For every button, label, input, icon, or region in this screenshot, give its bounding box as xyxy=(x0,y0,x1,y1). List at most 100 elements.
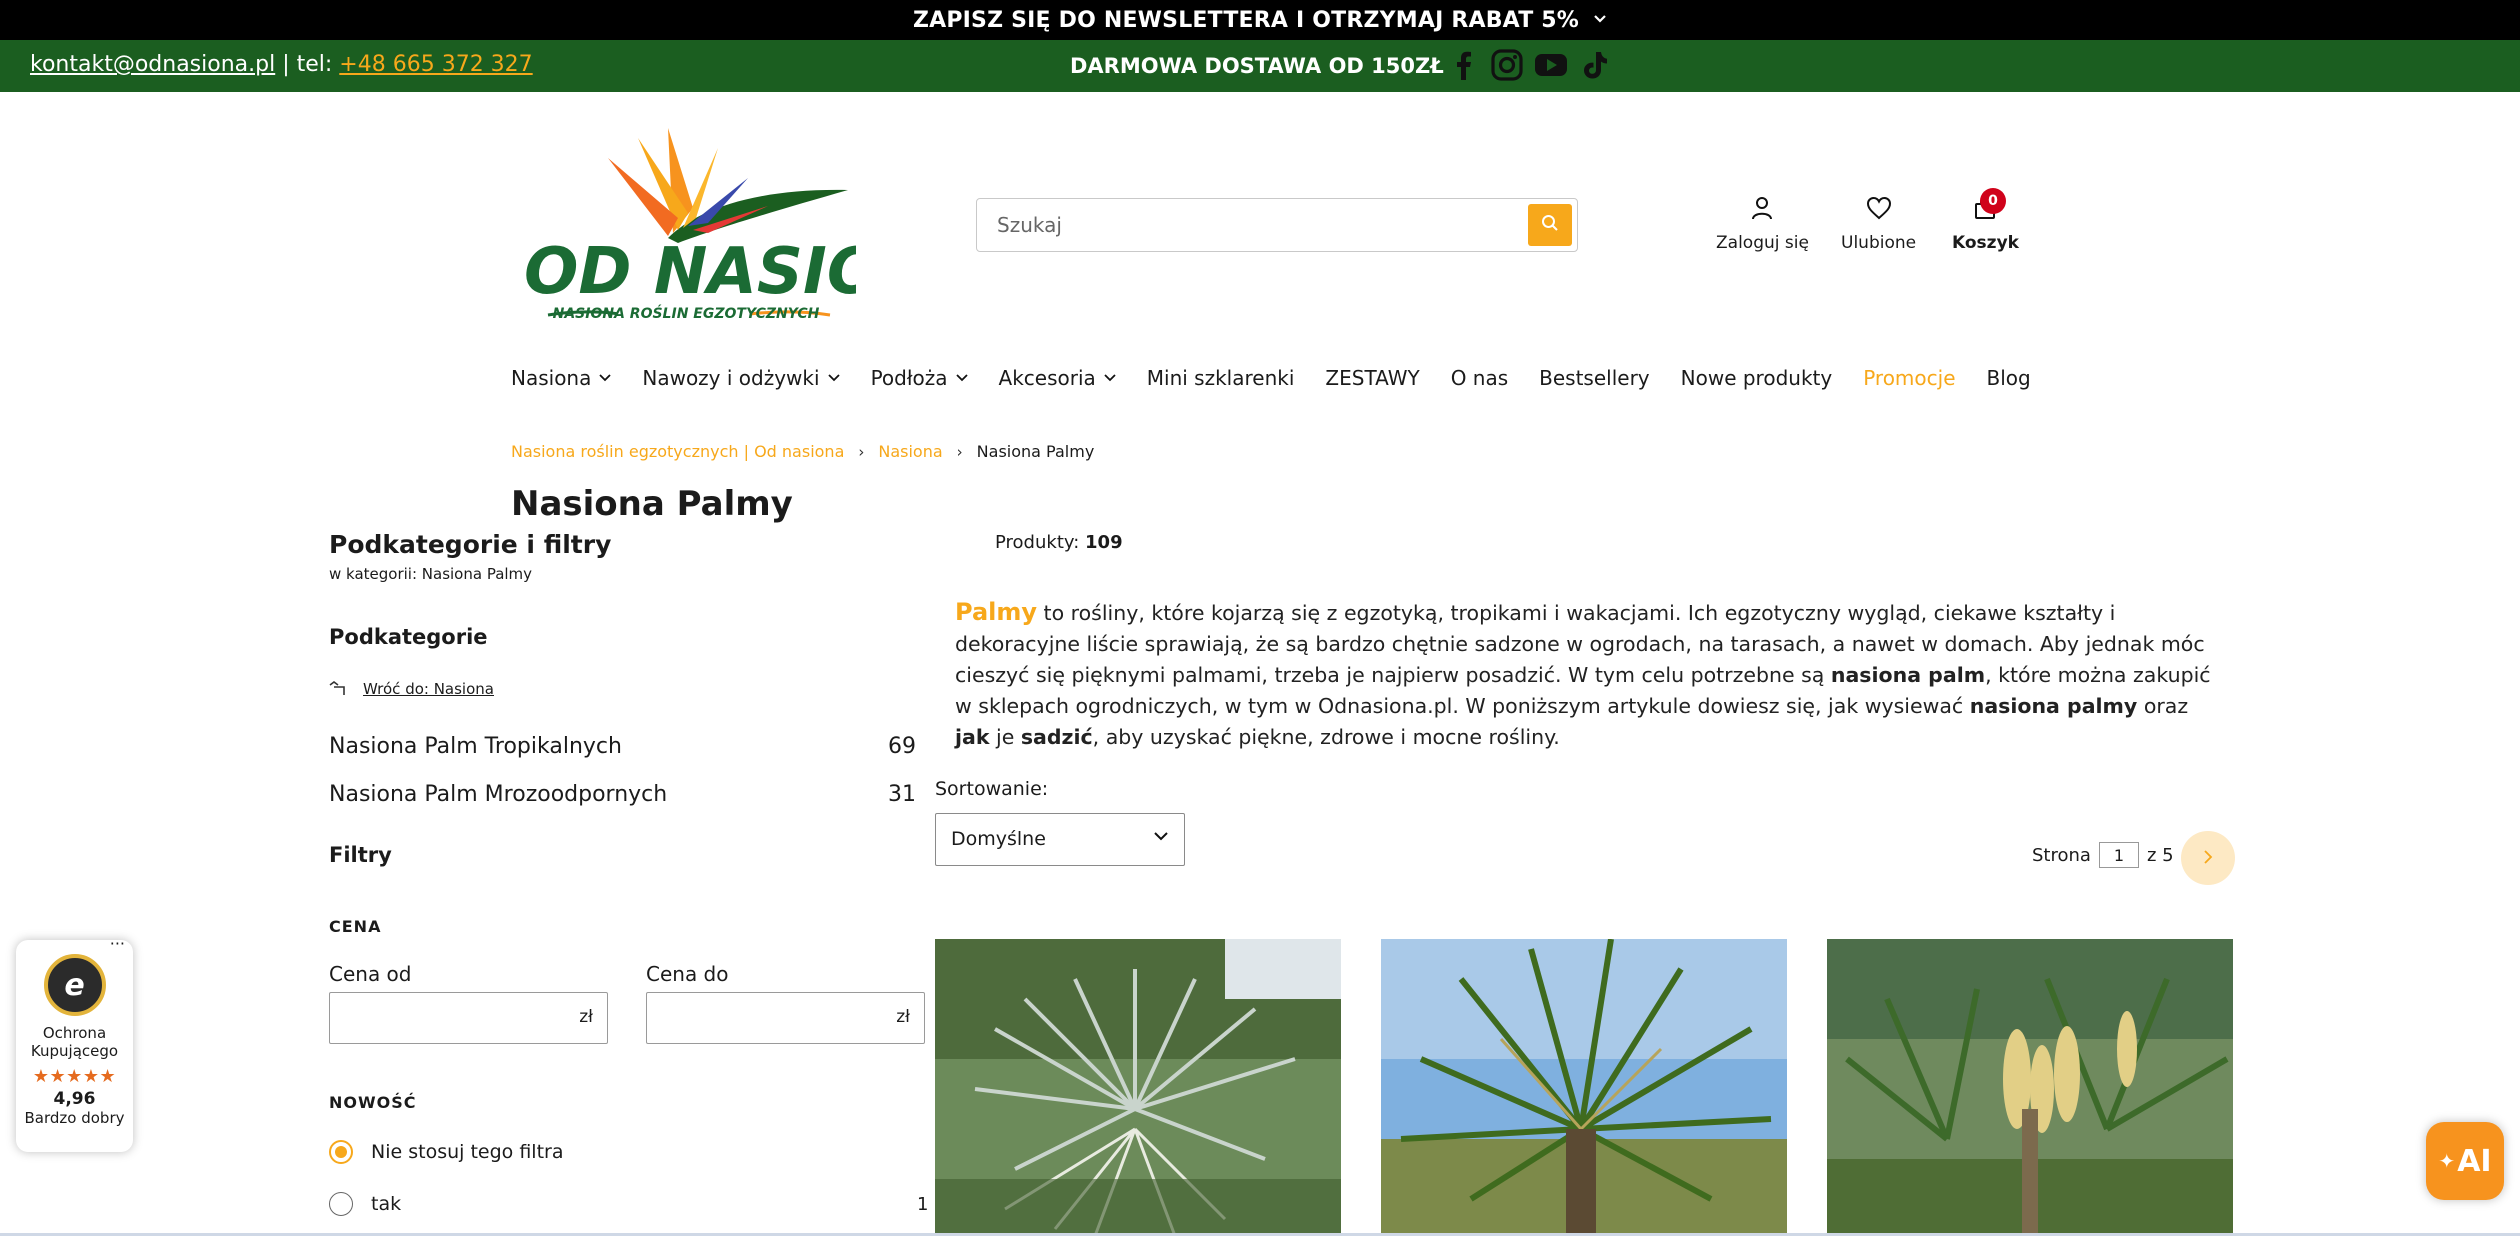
info-bar: kontakt@odnasiona.pl | tel: +48 665 372 … xyxy=(0,40,2520,92)
chevron-down-icon xyxy=(1104,370,1116,386)
products-count: Produkty: 109 xyxy=(995,532,1123,553)
chevron-down-icon[interactable] xyxy=(1593,12,1607,28)
main-nav: Nasiona Nawozy i odżywki Podłoża Akcesor… xyxy=(511,366,2062,390)
page-title: Nasiona Palmy xyxy=(511,484,793,524)
product-image[interactable] xyxy=(935,939,1341,1236)
subcategory-name: Nasiona Palm Mrozoodpornych xyxy=(329,782,668,807)
description-bold: nasiona palm xyxy=(1830,663,1986,687)
novelty-heading: NOWOŚĆ xyxy=(329,1093,417,1112)
subcategory-item[interactable]: Nasiona Palm Tropikalnych 69 xyxy=(329,734,916,759)
sidebar-subtitle: w kategorii: Nasiona Palmy xyxy=(329,565,533,583)
next-page-button[interactable] xyxy=(2181,831,2235,885)
site-logo[interactable]: OD NASIONA NASIONA ROŚLIN EGZOTYCZNYCH xyxy=(518,118,984,328)
pagination: Strona 1 z 5 xyxy=(2032,842,2174,868)
social-links xyxy=(1446,48,1612,82)
tiktok-icon[interactable] xyxy=(1578,48,1612,82)
rating-text: Bardzo dobry xyxy=(24,1109,125,1127)
heart-icon xyxy=(1866,196,1892,225)
sort-value: Domyślne xyxy=(951,828,1046,850)
nav-item-mini-szklarenki[interactable]: Mini szklarenki xyxy=(1147,366,1295,390)
ai-assistant-button[interactable]: ✦ AI xyxy=(2426,1122,2504,1200)
sort-select[interactable]: Domyślne xyxy=(935,813,1185,866)
ai-label: AI xyxy=(2457,1143,2492,1179)
trusted-seal-icon: e xyxy=(43,954,106,1016)
description-bold: sadzić xyxy=(1020,725,1093,749)
svg-text:OD NASIONA: OD NASIONA xyxy=(524,235,856,309)
newsletter-bar[interactable]: ZAPISZ SIĘ DO NEWSLETTERA I OTRZYMAJ RAB… xyxy=(0,0,2520,40)
login-label: Zaloguj się xyxy=(1716,233,1809,253)
novelty-radio-yes[interactable]: tak xyxy=(329,1192,401,1216)
sidebar-title: Podkategorie i filtry xyxy=(329,530,612,559)
email-link[interactable]: kontakt@odnasiona.pl xyxy=(30,52,275,77)
nav-item-promocje[interactable]: Promocje xyxy=(1863,366,1955,390)
instagram-icon[interactable] xyxy=(1490,48,1524,82)
description-bold: nasiona palmy xyxy=(1969,694,2138,718)
page-label: Strona xyxy=(2032,844,2091,866)
products-label: Produkty: xyxy=(995,532,1080,553)
radio-label: tak xyxy=(371,1193,402,1215)
more-icon[interactable]: ··· xyxy=(110,934,125,953)
nav-item-o-nas[interactable]: O nas xyxy=(1451,366,1508,390)
page-input[interactable]: 1 xyxy=(2098,842,2139,868)
phone-link[interactable]: +48 665 372 327 xyxy=(339,52,532,77)
facebook-icon[interactable] xyxy=(1446,48,1480,82)
nav-item-blog[interactable]: Blog xyxy=(1987,366,2031,390)
tel-label: | tel: xyxy=(275,52,340,77)
free-shipping-text: DARMOWA DOSTAWA OD 150ZŁ xyxy=(1070,54,1444,78)
breadcrumb: Nasiona roślin egzotycznych | Od nasiona… xyxy=(511,442,1094,461)
trusted-shops-badge[interactable]: ··· e Ochrona Kupującego ★★★★★ 4,96 Bard… xyxy=(16,934,133,1152)
subcategory-name: Nasiona Palm Tropikalnych xyxy=(329,734,622,759)
chevron-down-icon xyxy=(955,370,968,386)
chevron-right-icon xyxy=(2203,848,2213,869)
chevron-down-icon xyxy=(599,370,612,386)
nav-item-akcesoria[interactable]: Akcesoria xyxy=(999,366,1116,390)
chevron-right-icon: › xyxy=(956,442,963,461)
back-link-label: Wróć do: Nasiona xyxy=(363,680,494,698)
newsletter-text[interactable]: ZAPISZ SIĘ DO NEWSLETTERA I OTRZYMAJ RAB… xyxy=(913,8,1579,33)
filters-sidebar: Podkategorie i filtry w kategorii: Nasio… xyxy=(329,530,929,1216)
product-image[interactable] xyxy=(1381,939,1787,1236)
nav-item-nasiona[interactable]: Nasiona xyxy=(511,366,612,390)
breadcrumb-nasiona[interactable]: Nasiona xyxy=(878,442,942,461)
subcategories-heading: Podkategorie xyxy=(329,625,488,649)
description-bold: jak xyxy=(955,725,990,749)
breadcrumb-current: Nasiona Palmy xyxy=(976,442,1095,461)
filters-heading: Filtry xyxy=(329,843,392,867)
nav-item-podloza[interactable]: Podłoża xyxy=(871,366,968,390)
currency-label: zł xyxy=(896,1007,910,1027)
description-text: je xyxy=(989,725,1021,749)
breadcrumb-home[interactable]: Nasiona roślin egzotycznych | Od nasiona xyxy=(511,442,844,461)
sort-label: Sortowanie: xyxy=(935,778,1049,800)
currency-label: zł xyxy=(579,1007,593,1027)
radio-unselected xyxy=(329,1192,353,1216)
price-from-input[interactable]: zł xyxy=(329,992,608,1044)
chevron-right-icon: › xyxy=(858,442,865,461)
login-button[interactable]: Zaloguj się xyxy=(1716,196,1809,253)
price-to-input[interactable]: zł xyxy=(646,992,925,1044)
back-link[interactable]: Wróć do: Nasiona xyxy=(329,678,494,700)
search-button[interactable] xyxy=(1528,204,1572,246)
search-icon xyxy=(1541,214,1559,236)
nav-item-bestsellery[interactable]: Bestsellery xyxy=(1539,366,1650,390)
nav-item-nowe-produkty[interactable]: Nowe produkty xyxy=(1681,366,1833,390)
radio-label: Nie stosuj tego filtra xyxy=(371,1141,564,1163)
logo-tagline: NASIONA ROŚLIN EGZOTYCZNYCH xyxy=(553,304,820,322)
description-text: , aby uzyskać piękne, zdrowe i mocne roś… xyxy=(1092,725,1560,749)
category-description: Palmy to rośliny, które kojarzą się z eg… xyxy=(955,597,2211,753)
youtube-icon[interactable] xyxy=(1534,48,1568,82)
subcategory-item[interactable]: Nasiona Palm Mrozoodpornych 31 xyxy=(329,782,916,807)
favorites-label: Ulubione xyxy=(1841,233,1917,253)
nav-item-zestawy[interactable]: ZESTAWY xyxy=(1325,366,1419,390)
novelty-radio-none[interactable]: Nie stosuj tego filtra xyxy=(329,1140,563,1164)
nav-item-nawozy[interactable]: Nawozy i odżywki xyxy=(642,366,840,390)
product-image[interactable] xyxy=(1827,939,2233,1236)
price-from-label: Cena od xyxy=(329,962,412,986)
radio-selected xyxy=(329,1140,353,1164)
favorites-button[interactable]: Ulubione xyxy=(1841,196,1916,253)
nav-label: Akcesoria xyxy=(998,366,1096,390)
contact-info: kontakt@odnasiona.pl | tel: +48 665 372 … xyxy=(30,52,533,77)
trust-line1: Ochrona xyxy=(42,1024,107,1042)
cart-button[interactable]: 0 Koszyk xyxy=(1952,188,2019,253)
nav-label: Nawozy i odżywki xyxy=(642,366,820,390)
search-input[interactable] xyxy=(995,209,1495,241)
